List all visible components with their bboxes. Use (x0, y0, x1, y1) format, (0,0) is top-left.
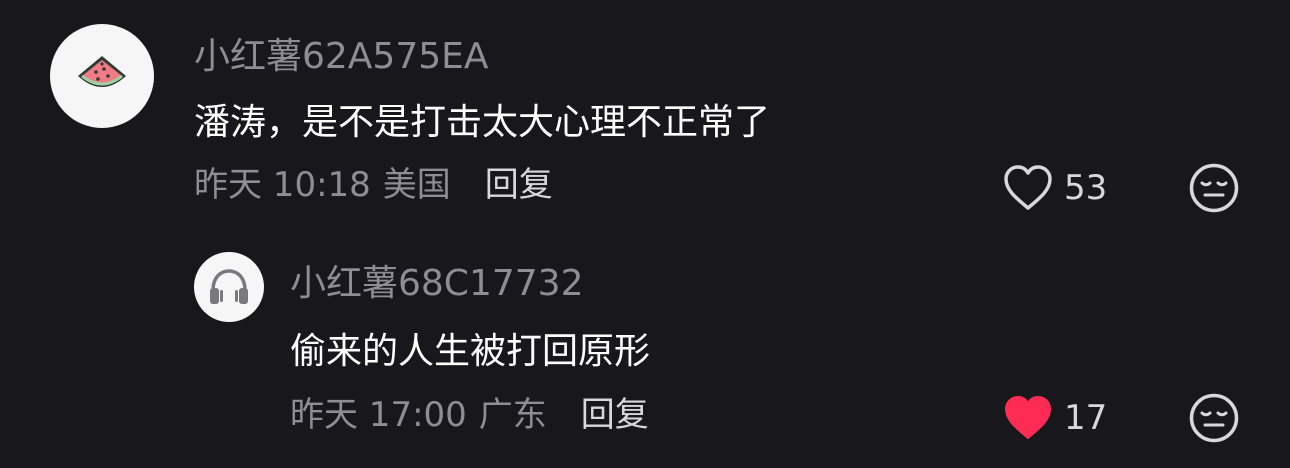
headphones-icon (210, 269, 248, 304)
comment-text: 偷来的人生被打回原形 (290, 331, 651, 372)
heart-outline-icon (1004, 165, 1052, 210)
username[interactable]: 小红薯62A575EA (194, 35, 489, 79)
location: 美国 (382, 165, 451, 205)
like-count: 53 (1064, 168, 1108, 208)
timestamp: 昨天 10:18 (194, 165, 371, 205)
like-button[interactable]: 53 (1002, 164, 1107, 212)
like-button[interactable]: 17 (1002, 394, 1107, 442)
comment-meta: 昨天 10:18 美国 回复 (194, 163, 553, 207)
avatar[interactable] (194, 252, 264, 322)
watermelon-icon (78, 56, 126, 87)
location: 广东 (478, 395, 547, 435)
reply-comment-item: 小红薯68C17732 偷来的人生被打回原形 昨天 17:00 广东 回复 17 (0, 240, 1290, 468)
comment-item: 小红薯62A575EA 潘涛，是不是打击太大心理不正常了 昨天 10:18 美国… (0, 0, 1290, 240)
dislike-face-icon[interactable] (1188, 162, 1240, 214)
like-count: 17 (1064, 398, 1108, 438)
username[interactable]: 小红薯68C17732 (290, 262, 583, 306)
heart-filled-icon (1005, 396, 1051, 439)
avatar[interactable] (50, 24, 154, 128)
comment-meta: 昨天 17:00 广东 回复 (290, 393, 649, 437)
dislike-face-icon[interactable] (1188, 392, 1240, 444)
reply-button[interactable]: 回复 (581, 393, 649, 437)
reply-button[interactable]: 回复 (485, 163, 553, 207)
timestamp: 昨天 17:00 (290, 395, 467, 435)
comment-text: 潘涛，是不是打击太大心理不正常了 (194, 102, 771, 143)
